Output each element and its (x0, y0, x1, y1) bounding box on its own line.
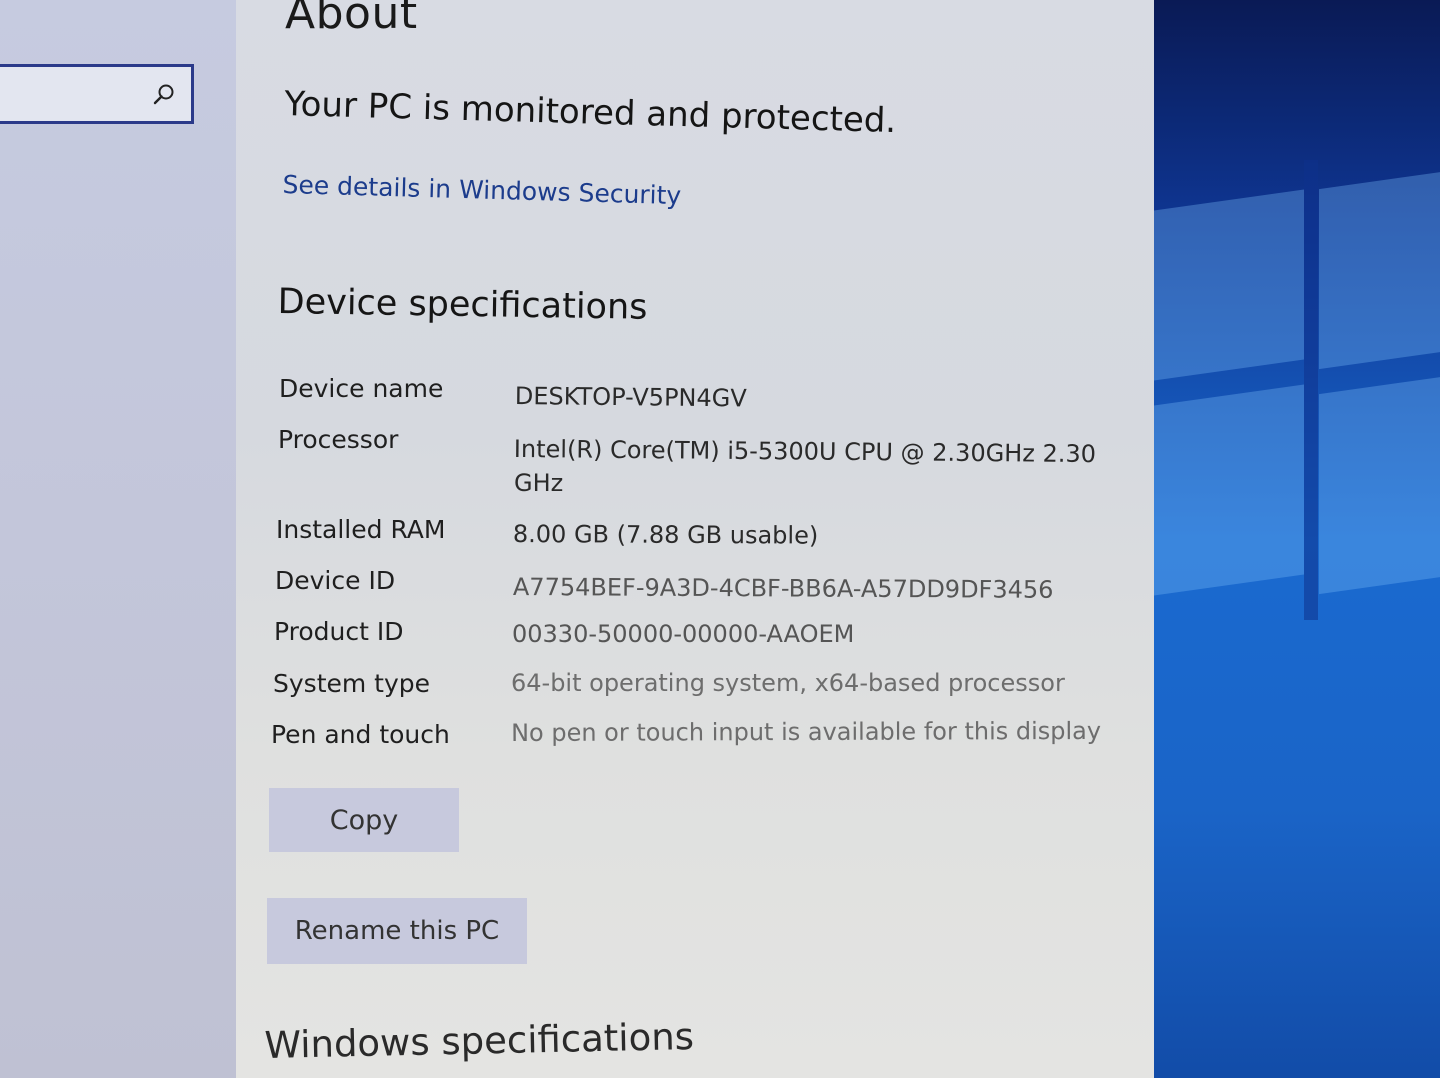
windows-logo-pane (1154, 384, 1304, 596)
search-input[interactable] (0, 64, 194, 124)
spec-value-pen-and-touch: No pen or touch input is available for t… (511, 716, 1102, 747)
spec-label-product-id: Product ID (274, 617, 404, 646)
settings-sidebar (0, 0, 236, 1078)
spec-value-processor: Intel(R) Core(TM) i5-5300U CPU @ 2.30GHz… (513, 435, 1097, 469)
copy-button[interactable]: Copy (269, 788, 459, 852)
spec-label-device-name: Device name (279, 374, 444, 403)
desktop-wallpaper (1154, 0, 1440, 1078)
spec-value-installed-ram: 8.00 GB (7.88 GB usable) (512, 520, 819, 550)
spec-label-pen-and-touch: Pen and touch (271, 720, 450, 749)
spec-value-product-id: 00330-50000-00000-AAOEM (512, 620, 855, 648)
spec-label-installed-ram: Installed RAM (276, 515, 446, 544)
rename-pc-button[interactable]: Rename this PC (267, 898, 527, 964)
windows-logo-pane (1319, 170, 1440, 370)
windows-specifications-heading: Windows specifications (264, 1015, 695, 1067)
windows-logo-divider (1304, 160, 1318, 620)
windows-logo-pane (1319, 375, 1440, 595)
screen: About Your PC is monitored and protected… (0, 0, 1440, 1078)
spec-label-processor: Processor (278, 425, 399, 454)
spec-label-system-type: System type (273, 669, 431, 698)
spec-value-processor-line2: GHz (514, 469, 564, 497)
spec-label-device-id: Device ID (275, 566, 396, 595)
spec-value-device-id: A7754BEF-9A3D-4CBF-BB6A-A57DD9DF3456 (512, 573, 1054, 604)
search-icon[interactable] (153, 83, 175, 105)
spec-value-system-type: 64-bit operating system, x64-based proce… (511, 669, 1065, 697)
windows-logo-pane (1154, 189, 1304, 381)
page-title: About (285, 0, 418, 39)
spec-value-device-name: DESKTOP-V5PN4GV (514, 382, 747, 413)
device-specifications-heading: Device specifications (277, 282, 648, 328)
